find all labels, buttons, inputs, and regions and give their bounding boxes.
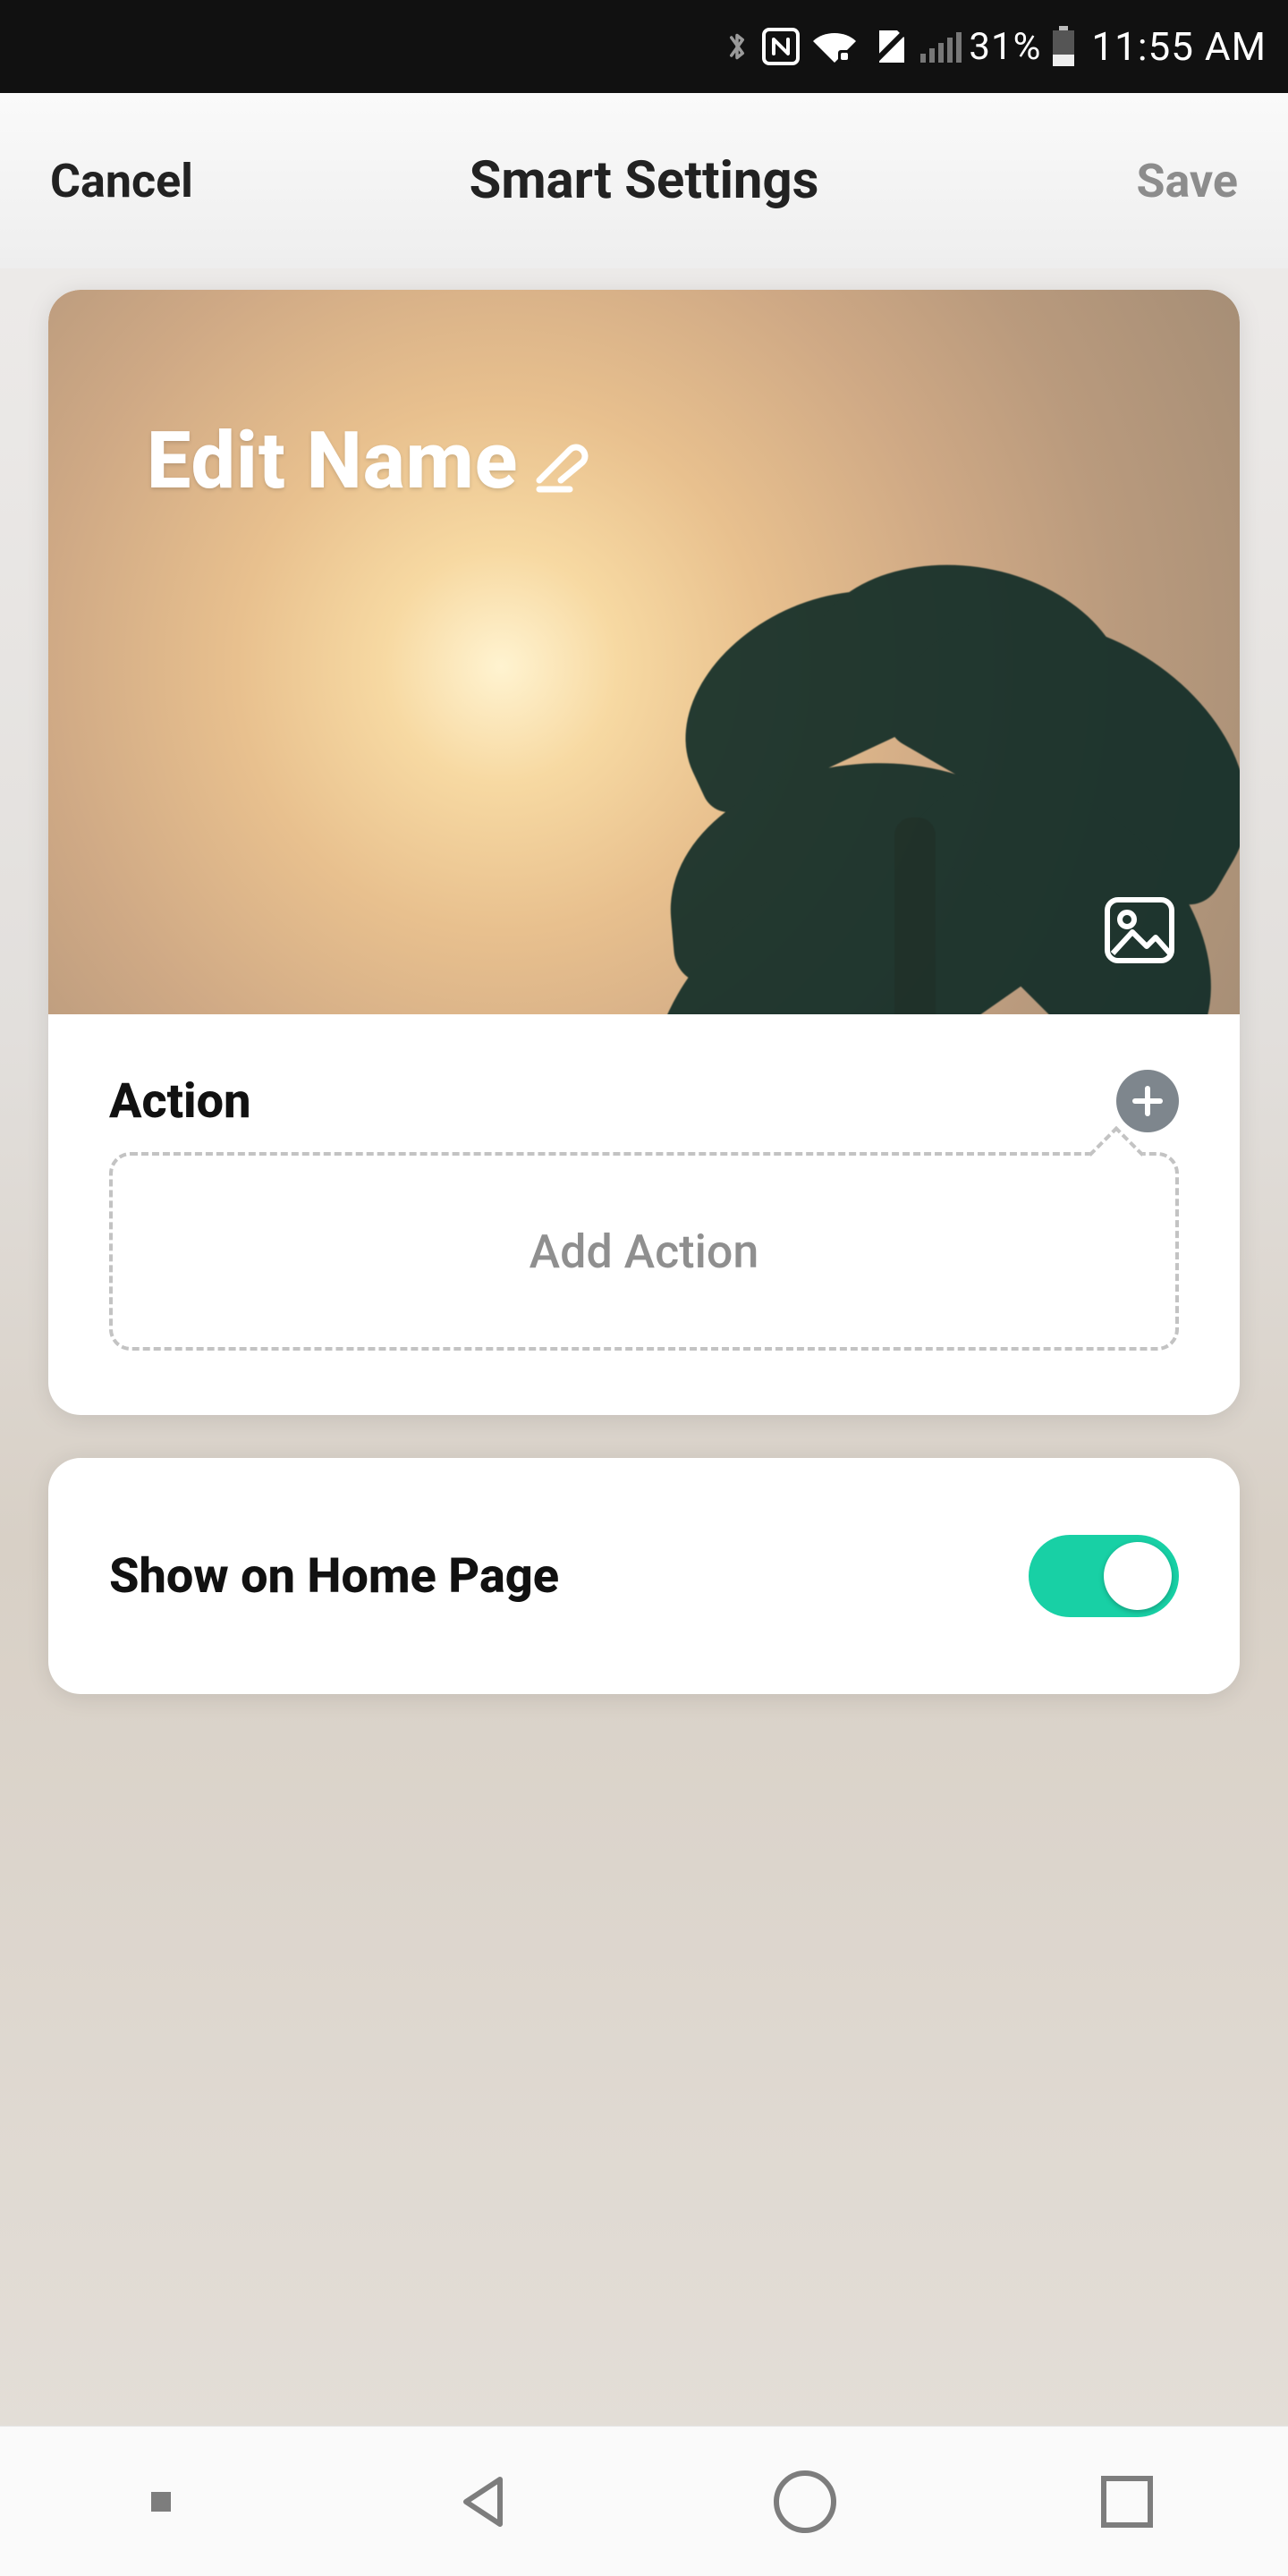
add-action-label: Add Action (530, 1224, 759, 1279)
show-on-home-card: Show on Home Page (48, 1458, 1240, 1694)
wifi-icon (811, 29, 858, 64)
save-button[interactable]: Save (1136, 154, 1238, 208)
battery-percent: 31% (969, 25, 1041, 69)
clock: 11:55 AM (1091, 23, 1267, 70)
name-placeholder-text: Edit Name (147, 415, 518, 507)
smart-settings-card: Edit Name Action (48, 290, 1240, 1415)
pencil-icon (534, 441, 591, 495)
signal-icon (919, 29, 962, 64)
add-action-plus-button[interactable] (1116, 1070, 1179, 1132)
action-section-label: Action (109, 1073, 250, 1130)
cancel-button[interactable]: Cancel (50, 154, 193, 208)
change-image-button[interactable] (1102, 894, 1177, 970)
page-title: Smart Settings (470, 150, 819, 211)
status-bar: 31% 11:55 AM (0, 0, 1288, 93)
recent-icon[interactable] (1095, 2470, 1159, 2534)
no-sim-icon (869, 27, 908, 66)
add-action-bubble[interactable]: Add Action (109, 1152, 1179, 1351)
app-header: Cancel Smart Settings Save (0, 93, 1288, 268)
nav-notification-dot[interactable] (151, 2492, 171, 2512)
toggle-knob (1104, 1542, 1172, 1610)
back-icon[interactable] (448, 2467, 518, 2537)
status-icons (724, 27, 962, 66)
image-icon (1102, 894, 1177, 966)
android-nav-bar (0, 2426, 1288, 2576)
edit-name-field[interactable]: Edit Name (147, 415, 591, 507)
plus-icon (1130, 1083, 1165, 1119)
home-icon[interactable] (768, 2465, 842, 2538)
cover-image[interactable]: Edit Name (48, 290, 1240, 1014)
battery-icon (1050, 26, 1077, 67)
show-on-home-label: Show on Home Page (109, 1548, 559, 1605)
action-section: Action Add Action (48, 1014, 1240, 1415)
show-on-home-toggle[interactable] (1029, 1535, 1179, 1617)
bluetooth-icon (724, 28, 750, 65)
nfc-icon (761, 27, 801, 66)
